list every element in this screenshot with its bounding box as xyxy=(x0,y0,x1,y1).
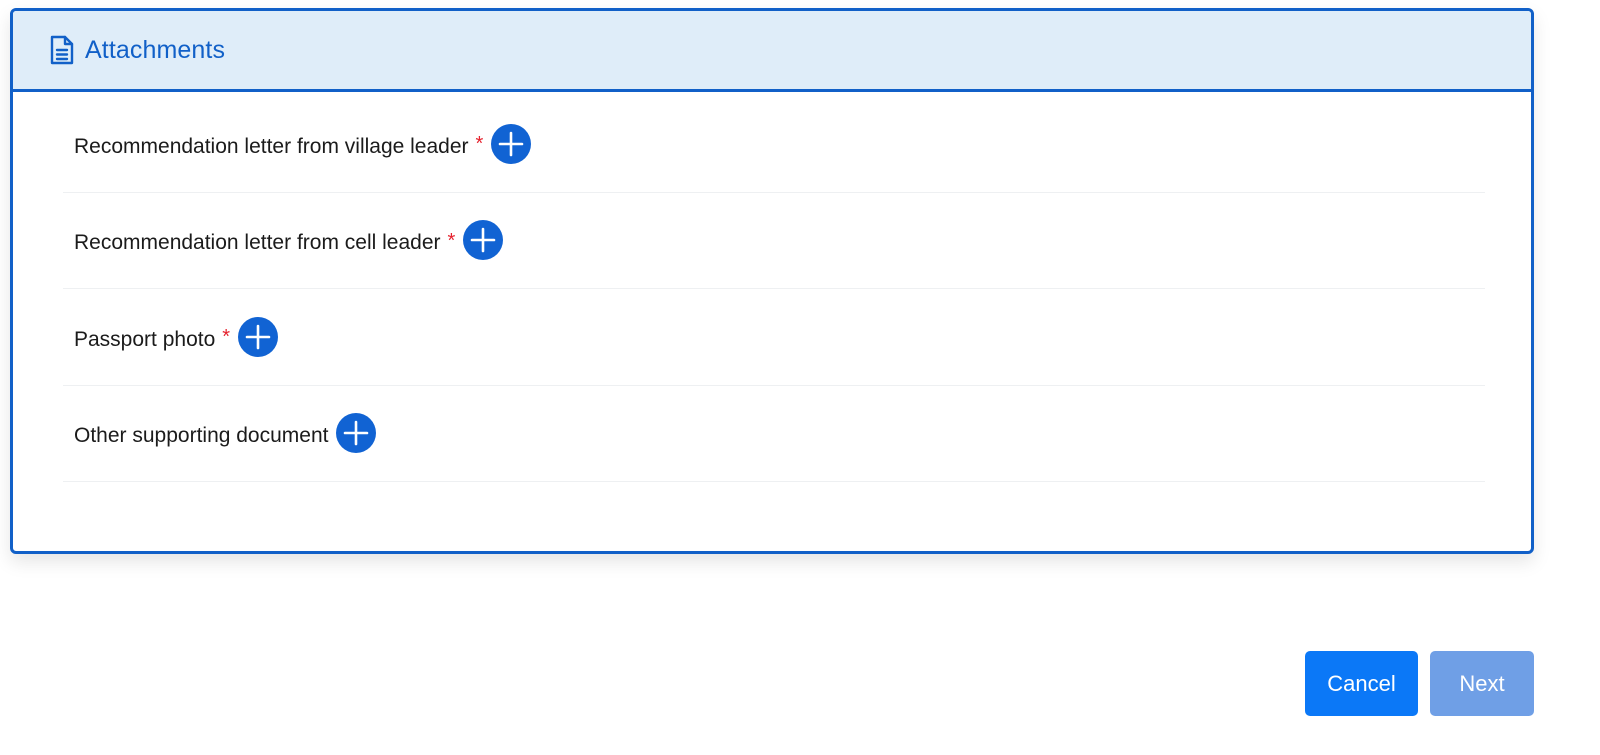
next-button[interactable]: Next xyxy=(1430,651,1534,716)
attachment-row-cell-leader-letter: Recommendation letter from cell leader * xyxy=(63,193,1485,289)
attachment-row-other-document: Other supporting document xyxy=(63,386,1485,482)
attachment-label: Other supporting document xyxy=(74,424,329,448)
add-attachment-button[interactable] xyxy=(491,123,532,164)
add-attachment-button[interactable] xyxy=(463,220,504,261)
attachment-label: Recommendation letter from cell leader xyxy=(74,231,441,255)
attachments-card: Attachments Recommendation letter from v… xyxy=(10,8,1534,554)
document-icon xyxy=(49,34,75,66)
add-attachment-button[interactable] xyxy=(336,413,377,454)
card-header: Attachments xyxy=(13,11,1531,92)
cancel-button[interactable]: Cancel xyxy=(1305,651,1418,716)
plus-icon xyxy=(499,131,524,157)
attachment-row-village-leader-letter: Recommendation letter from village leade… xyxy=(63,96,1485,193)
attachment-row-passport-photo: Passport photo * xyxy=(63,289,1485,386)
attachment-list: Recommendation letter from village leade… xyxy=(63,96,1485,482)
attachment-label: Recommendation letter from village leade… xyxy=(74,134,469,158)
plus-icon xyxy=(344,420,369,446)
attachment-label: Passport photo xyxy=(74,327,216,351)
required-marker: * xyxy=(475,133,484,156)
plus-icon xyxy=(470,227,496,253)
card-title: Attachments xyxy=(85,35,226,64)
plus-icon xyxy=(245,324,271,350)
required-marker: * xyxy=(447,229,456,252)
required-marker: * xyxy=(222,326,231,349)
add-attachment-button[interactable] xyxy=(238,316,279,357)
